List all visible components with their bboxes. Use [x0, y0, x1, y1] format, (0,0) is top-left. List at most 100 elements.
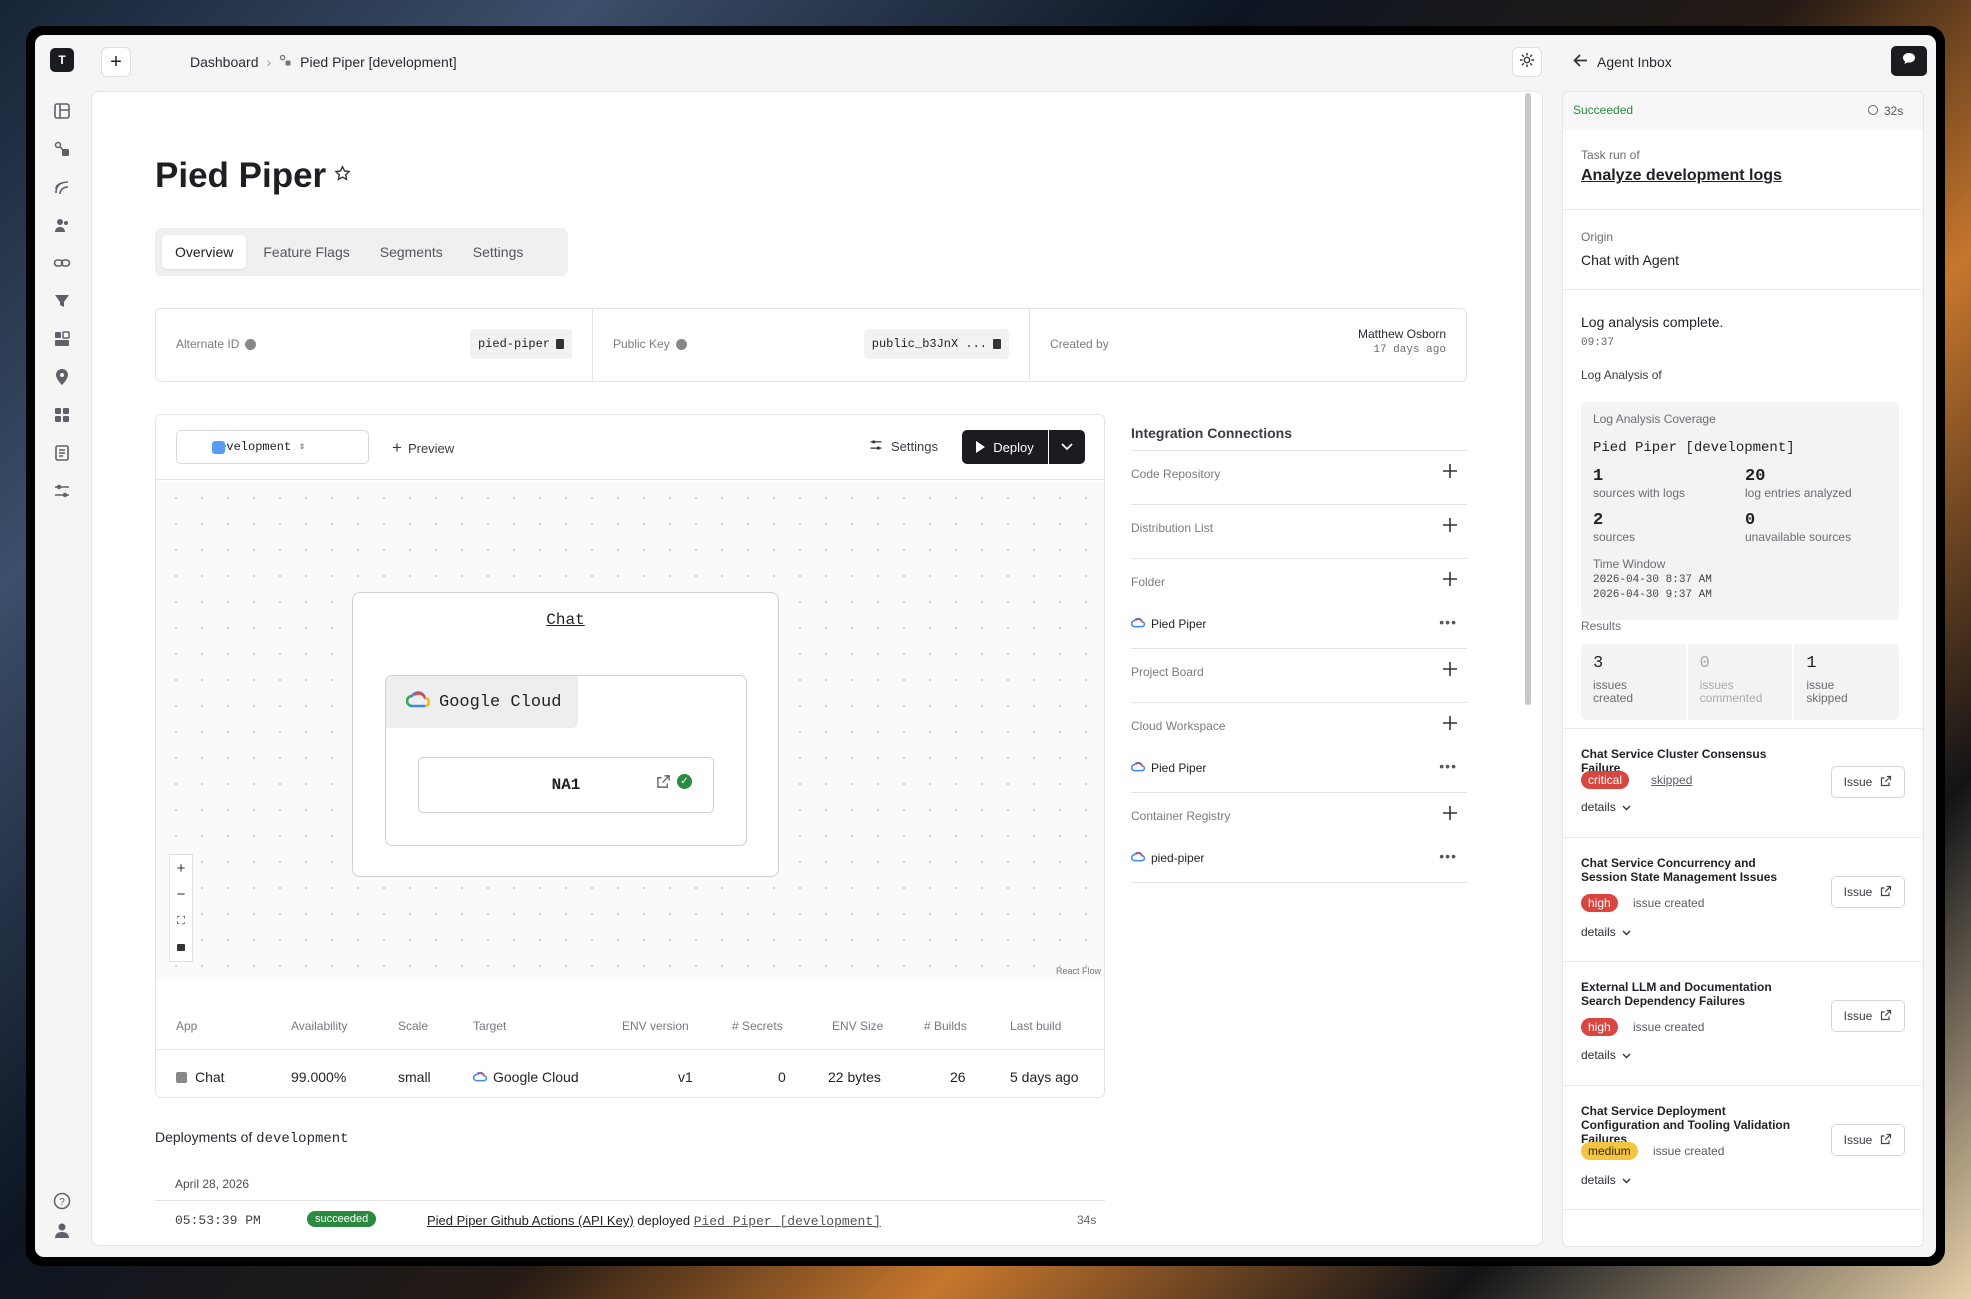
alternate-id-value[interactable]: pied-piper: [469, 329, 572, 359]
copy-icon[interactable]: [993, 339, 1001, 349]
result-issues-created: 3 issues created: [1581, 644, 1688, 720]
tab-segments[interactable]: Segments: [367, 235, 456, 269]
task-name-link[interactable]: Analyze development logs: [1581, 167, 1782, 185]
chat-group-label[interactable]: Chat: [353, 611, 778, 629]
na1-node[interactable]: NA1 ✓: [418, 757, 714, 813]
issue-button-label: Issue: [1843, 1133, 1873, 1147]
integration-section-label: Code Repository: [1131, 467, 1221, 481]
routes-icon[interactable]: [51, 176, 73, 198]
zoom-out-button[interactable]: −: [170, 882, 192, 909]
alternate-id-cell: Alternate ID pied-piper: [156, 309, 593, 381]
copy-icon[interactable]: [556, 339, 564, 349]
cloud-workspace-item-label: Pied Piper: [1151, 761, 1207, 775]
funnel-icon[interactable]: [51, 290, 73, 312]
chat-button[interactable]: [1891, 46, 1927, 76]
apps-icon[interactable]: [51, 138, 73, 160]
flow-settings-button[interactable]: Settings: [869, 438, 938, 455]
folder-item[interactable]: Pied Piper •••: [1130, 606, 1467, 642]
react-flow-attribution[interactable]: React Flow: [1056, 966, 1101, 976]
sliders-icon[interactable]: [51, 480, 73, 502]
tab-settings[interactable]: Settings: [460, 235, 537, 269]
result-label: commented: [1699, 691, 1763, 705]
cloud-workspace-item[interactable]: Pied Piper •••: [1130, 750, 1467, 786]
google-cloud-node[interactable]: Google Cloud NA1 ✓: [385, 675, 747, 846]
integration-code-repository: Code Repository: [1131, 451, 1467, 505]
links-icon[interactable]: [51, 252, 73, 274]
add-project-board-button[interactable]: [1443, 662, 1457, 681]
workspace-logo[interactable]: T: [50, 48, 74, 72]
builds-icon[interactable]: [51, 328, 73, 350]
details-toggle[interactable]: details: [1581, 1048, 1631, 1062]
details-label: details: [1581, 925, 1616, 939]
star-icon[interactable]: [334, 165, 351, 187]
run-status-bar: Succeeded 32s: [1563, 92, 1923, 130]
cell-scale: small: [398, 1069, 431, 1085]
issue-card: Chat Service Concurrency and Session Sta…: [1563, 838, 1923, 962]
issue-button[interactable]: Issue: [1831, 1000, 1905, 1032]
add-distribution-list-button[interactable]: [1443, 518, 1457, 537]
docs-icon[interactable]: [51, 442, 73, 464]
deployments-title: Deployments of development: [155, 1129, 1105, 1147]
deploy-dropdown-button[interactable]: [1049, 430, 1085, 464]
deployment-actor-link[interactable]: Pied Piper Github Actions (API Key): [427, 1213, 634, 1228]
environment-select[interactable]: development ⇕: [176, 430, 369, 464]
created-by-cell: Created by Matthew Osborn 17 days ago: [1030, 309, 1466, 381]
chat-group-node[interactable]: Chat Google Cloud NA1 ✓: [352, 592, 779, 877]
table-row[interactable]: [156, 1049, 1104, 1050]
play-icon: [976, 441, 986, 453]
severity-badge: critical: [1581, 771, 1630, 789]
zoom-in-button[interactable]: +: [170, 855, 192, 882]
preview-button[interactable]: + Preview: [392, 438, 454, 458]
plus-icon: +: [392, 438, 402, 457]
more-icon[interactable]: •••: [1439, 758, 1457, 774]
chevron-down-icon: [1622, 800, 1631, 814]
issue-status-link[interactable]: skipped: [1651, 773, 1692, 787]
result-num: 1: [1806, 654, 1817, 673]
help-icon[interactable]: ?: [51, 1190, 73, 1212]
integration-distribution-list: Distribution List: [1131, 505, 1467, 559]
details-toggle[interactable]: details: [1581, 800, 1631, 814]
users-icon[interactable]: [51, 214, 73, 236]
fit-view-button[interactable]: ⛶: [170, 908, 192, 935]
main-scrollbar[interactable]: [1525, 93, 1531, 705]
issue-button[interactable]: Issue: [1831, 766, 1905, 798]
integrations-title: Integration Connections: [1131, 414, 1467, 451]
add-cloud-workspace-button[interactable]: [1443, 716, 1457, 735]
grid-icon[interactable]: [51, 404, 73, 426]
lock-button[interactable]: [170, 935, 192, 962]
details-toggle[interactable]: details: [1581, 1173, 1631, 1187]
container-registry-item[interactable]: pied-piper •••: [1130, 840, 1467, 876]
deployment-row[interactable]: 05:53:39 PM succeeded Pied Piper Github …: [155, 1200, 1105, 1240]
details-toggle[interactable]: details: [1581, 925, 1631, 939]
flow-canvas[interactable]: Chat Google Cloud NA1 ✓ + − ⛶ React Flow: [156, 481, 1104, 979]
coverage-title: Log Analysis Coverage: [1593, 412, 1716, 426]
issue-button[interactable]: Issue: [1831, 876, 1905, 908]
public-key-value[interactable]: public_b3JnX ...: [863, 329, 1009, 359]
profile-icon[interactable]: [51, 1219, 73, 1241]
add-container-registry-button[interactable]: [1443, 806, 1457, 825]
tab-overview[interactable]: Overview: [162, 235, 247, 269]
result-num: 0: [1699, 654, 1710, 673]
new-button[interactable]: +: [101, 47, 131, 77]
arrow-left-icon[interactable]: [1573, 54, 1588, 72]
tab-feature-flags[interactable]: Feature Flags: [250, 235, 362, 269]
breadcrumb-current[interactable]: Pied Piper [development]: [300, 54, 456, 70]
deployment-verb: deployed: [637, 1213, 691, 1228]
col-builds: # Builds: [924, 1019, 967, 1033]
settings-gear-button[interactable]: [1512, 47, 1542, 77]
breadcrumb-dashboard[interactable]: Dashboard: [190, 54, 259, 70]
time-window-end: 2026-04-30 9:37 AM: [1593, 589, 1712, 601]
add-folder-button[interactable]: [1443, 572, 1457, 591]
status-badge: succeeded: [307, 1211, 377, 1227]
more-icon[interactable]: •••: [1439, 614, 1457, 630]
more-icon[interactable]: •••: [1439, 848, 1457, 864]
deploy-button[interactable]: Deploy: [962, 430, 1048, 464]
external-link-icon[interactable]: [656, 774, 671, 794]
dashboard-icon[interactable]: [51, 100, 73, 122]
add-code-repository-button[interactable]: [1443, 464, 1457, 483]
issue-button-label: Issue: [1843, 1009, 1873, 1023]
issue-button[interactable]: Issue: [1831, 1124, 1905, 1156]
location-icon[interactable]: [51, 366, 73, 388]
deployment-target-link[interactable]: Pied Piper [development]: [694, 1214, 881, 1229]
time-window-label: Time Window: [1593, 557, 1666, 571]
